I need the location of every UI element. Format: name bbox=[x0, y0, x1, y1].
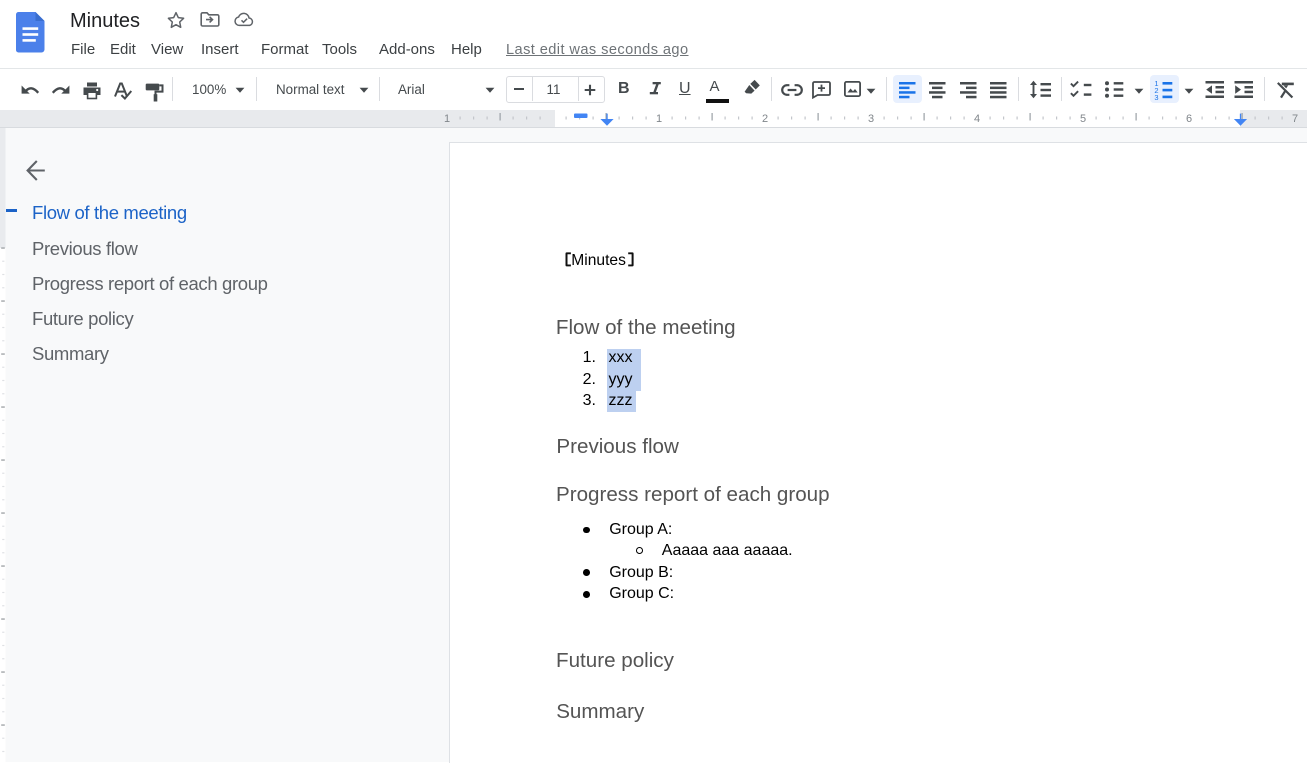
svg-text:6: 6 bbox=[1186, 113, 1192, 125]
svg-text:5: 5 bbox=[1080, 113, 1086, 125]
svg-text:2: 2 bbox=[762, 113, 768, 125]
svg-text:1: 1 bbox=[444, 113, 450, 125]
svg-text:7: 7 bbox=[1292, 113, 1298, 125]
svg-text:4: 4 bbox=[974, 113, 980, 125]
svg-text:3: 3 bbox=[868, 113, 874, 125]
svg-text:1: 1 bbox=[656, 113, 662, 125]
